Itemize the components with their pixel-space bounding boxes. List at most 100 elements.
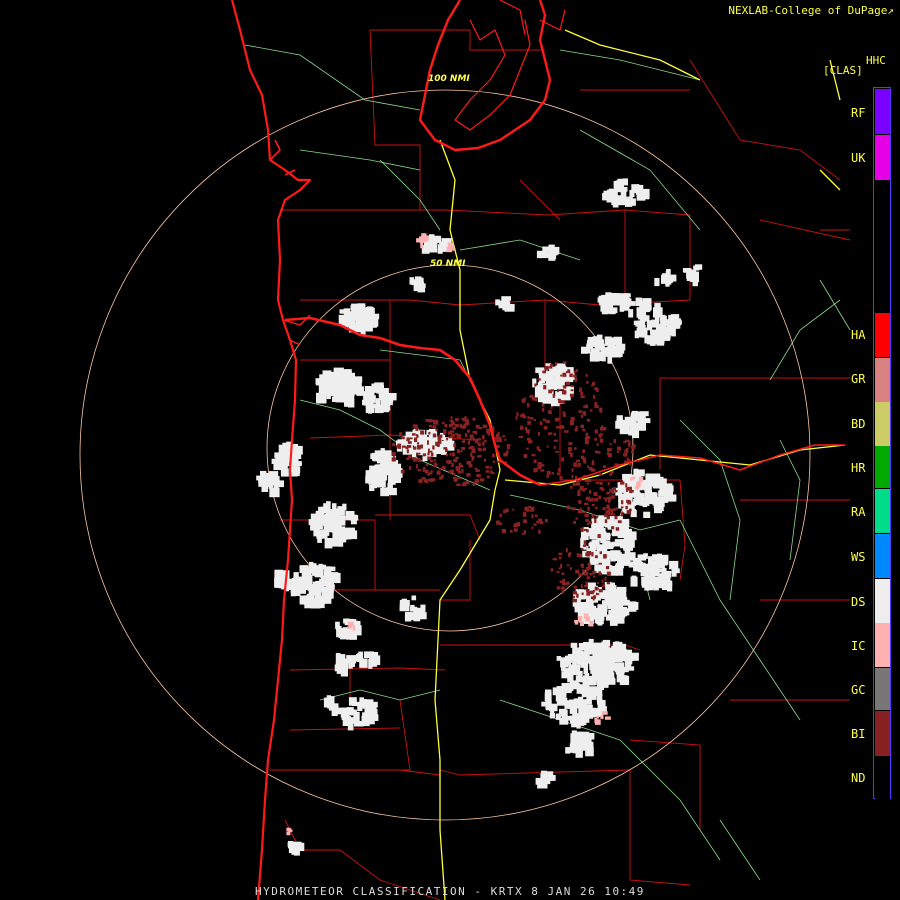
echo-cell (613, 295, 624, 306)
echo-cell (575, 425, 578, 429)
echo-cell (587, 522, 590, 526)
echo-cell (536, 520, 540, 524)
echo-cell (411, 433, 416, 436)
source-credit[interactable]: NEXLAB-College of DuPage↗ (728, 4, 894, 17)
echo-cell (618, 527, 626, 535)
echo-cell (397, 445, 401, 449)
echo-cell (587, 465, 589, 468)
radar-map[interactable] (0, 0, 900, 900)
echo-cell (560, 563, 563, 569)
external-link-icon[interactable]: ↗ (887, 4, 894, 17)
echo-cell (474, 430, 478, 435)
echo-cell (293, 572, 299, 578)
echo-cell (582, 428, 586, 432)
echo-cell (524, 506, 529, 511)
echo-cell (626, 649, 632, 660)
echo-cell (474, 467, 478, 470)
echo-cell (616, 415, 623, 424)
legend-color-bar (873, 87, 891, 799)
echo-cell (584, 502, 589, 505)
echo-cell (623, 293, 631, 298)
echo-cell (617, 178, 624, 186)
echo-cell (299, 595, 304, 605)
echo-cell (486, 429, 489, 434)
echo-cell (407, 441, 412, 444)
echo-cell (578, 573, 583, 577)
echo-cell (405, 446, 409, 450)
echo-cell (607, 482, 610, 486)
echo-cell (575, 749, 583, 758)
echo-cell (668, 315, 676, 321)
echo-cell (560, 586, 565, 590)
echo-cell (484, 440, 487, 443)
echo-cell (435, 419, 439, 423)
echo-cell (573, 520, 576, 524)
echo-cell (606, 581, 610, 585)
echo-cell (593, 492, 598, 497)
echo-cell (496, 439, 501, 443)
echo-cell (594, 618, 603, 624)
echo-cell (561, 683, 572, 690)
echo-cell (624, 666, 635, 671)
echo-cell (499, 513, 502, 518)
echo-cell (593, 498, 597, 502)
echo-cell (603, 347, 613, 352)
echo-cell (587, 546, 590, 549)
echo-cell (461, 446, 466, 450)
echo-cell (558, 552, 563, 556)
echo-cell (417, 442, 420, 445)
echo-cell (607, 500, 611, 503)
echo-cell (592, 355, 601, 361)
echo-cell (449, 419, 454, 422)
echo-cell (607, 448, 610, 451)
echo-cell (561, 457, 565, 462)
echo-cell (564, 430, 569, 433)
echo-cell (498, 300, 508, 309)
echo-cell (411, 595, 417, 601)
echo-cell (549, 366, 553, 369)
echo-cell (346, 372, 355, 382)
echo-cell (516, 412, 519, 417)
echo-cell (577, 509, 582, 514)
echo-cell (660, 479, 666, 486)
echo-cell (545, 689, 552, 700)
echo-cell (418, 458, 422, 463)
echo-cell (610, 495, 615, 499)
interstates (434, 29, 846, 900)
echo-cell (618, 486, 626, 493)
echo-cell (606, 566, 610, 570)
echo-cell (639, 188, 650, 199)
echo-cell (464, 416, 467, 419)
echo-cell (526, 447, 529, 450)
echo-cell (562, 361, 567, 364)
credit-link[interactable]: NEXLAB-College of DuPage (728, 4, 887, 17)
echo-cell (586, 602, 594, 610)
echo-cell (456, 483, 461, 487)
echo-cell (475, 469, 480, 472)
echo-cell (641, 327, 648, 338)
echo-cell (581, 563, 584, 568)
echo-cell (369, 655, 377, 660)
echo-cell (606, 452, 611, 455)
echo-cell (443, 431, 446, 435)
echo-cell (604, 576, 607, 581)
echo-cell (546, 420, 550, 424)
echo-cell (624, 492, 632, 499)
echo-cell (602, 507, 606, 511)
echo-cell (565, 700, 575, 706)
echo-cell (453, 443, 457, 448)
echo-cell (615, 527, 620, 531)
legend-swatch-ra (875, 489, 890, 533)
echo-cell (380, 448, 385, 457)
legend-swatch-gr (875, 358, 890, 402)
echo-cell (444, 423, 448, 428)
echo-cell (583, 460, 587, 464)
echo-cell (364, 386, 375, 393)
echo-cell (518, 435, 523, 438)
echo-cell (589, 409, 593, 412)
echo-cell (591, 503, 595, 507)
ring-label-50: 50 NMI (430, 259, 466, 269)
echo-cell (643, 511, 651, 518)
echo-cell (330, 572, 341, 584)
echo-cell (425, 419, 430, 422)
